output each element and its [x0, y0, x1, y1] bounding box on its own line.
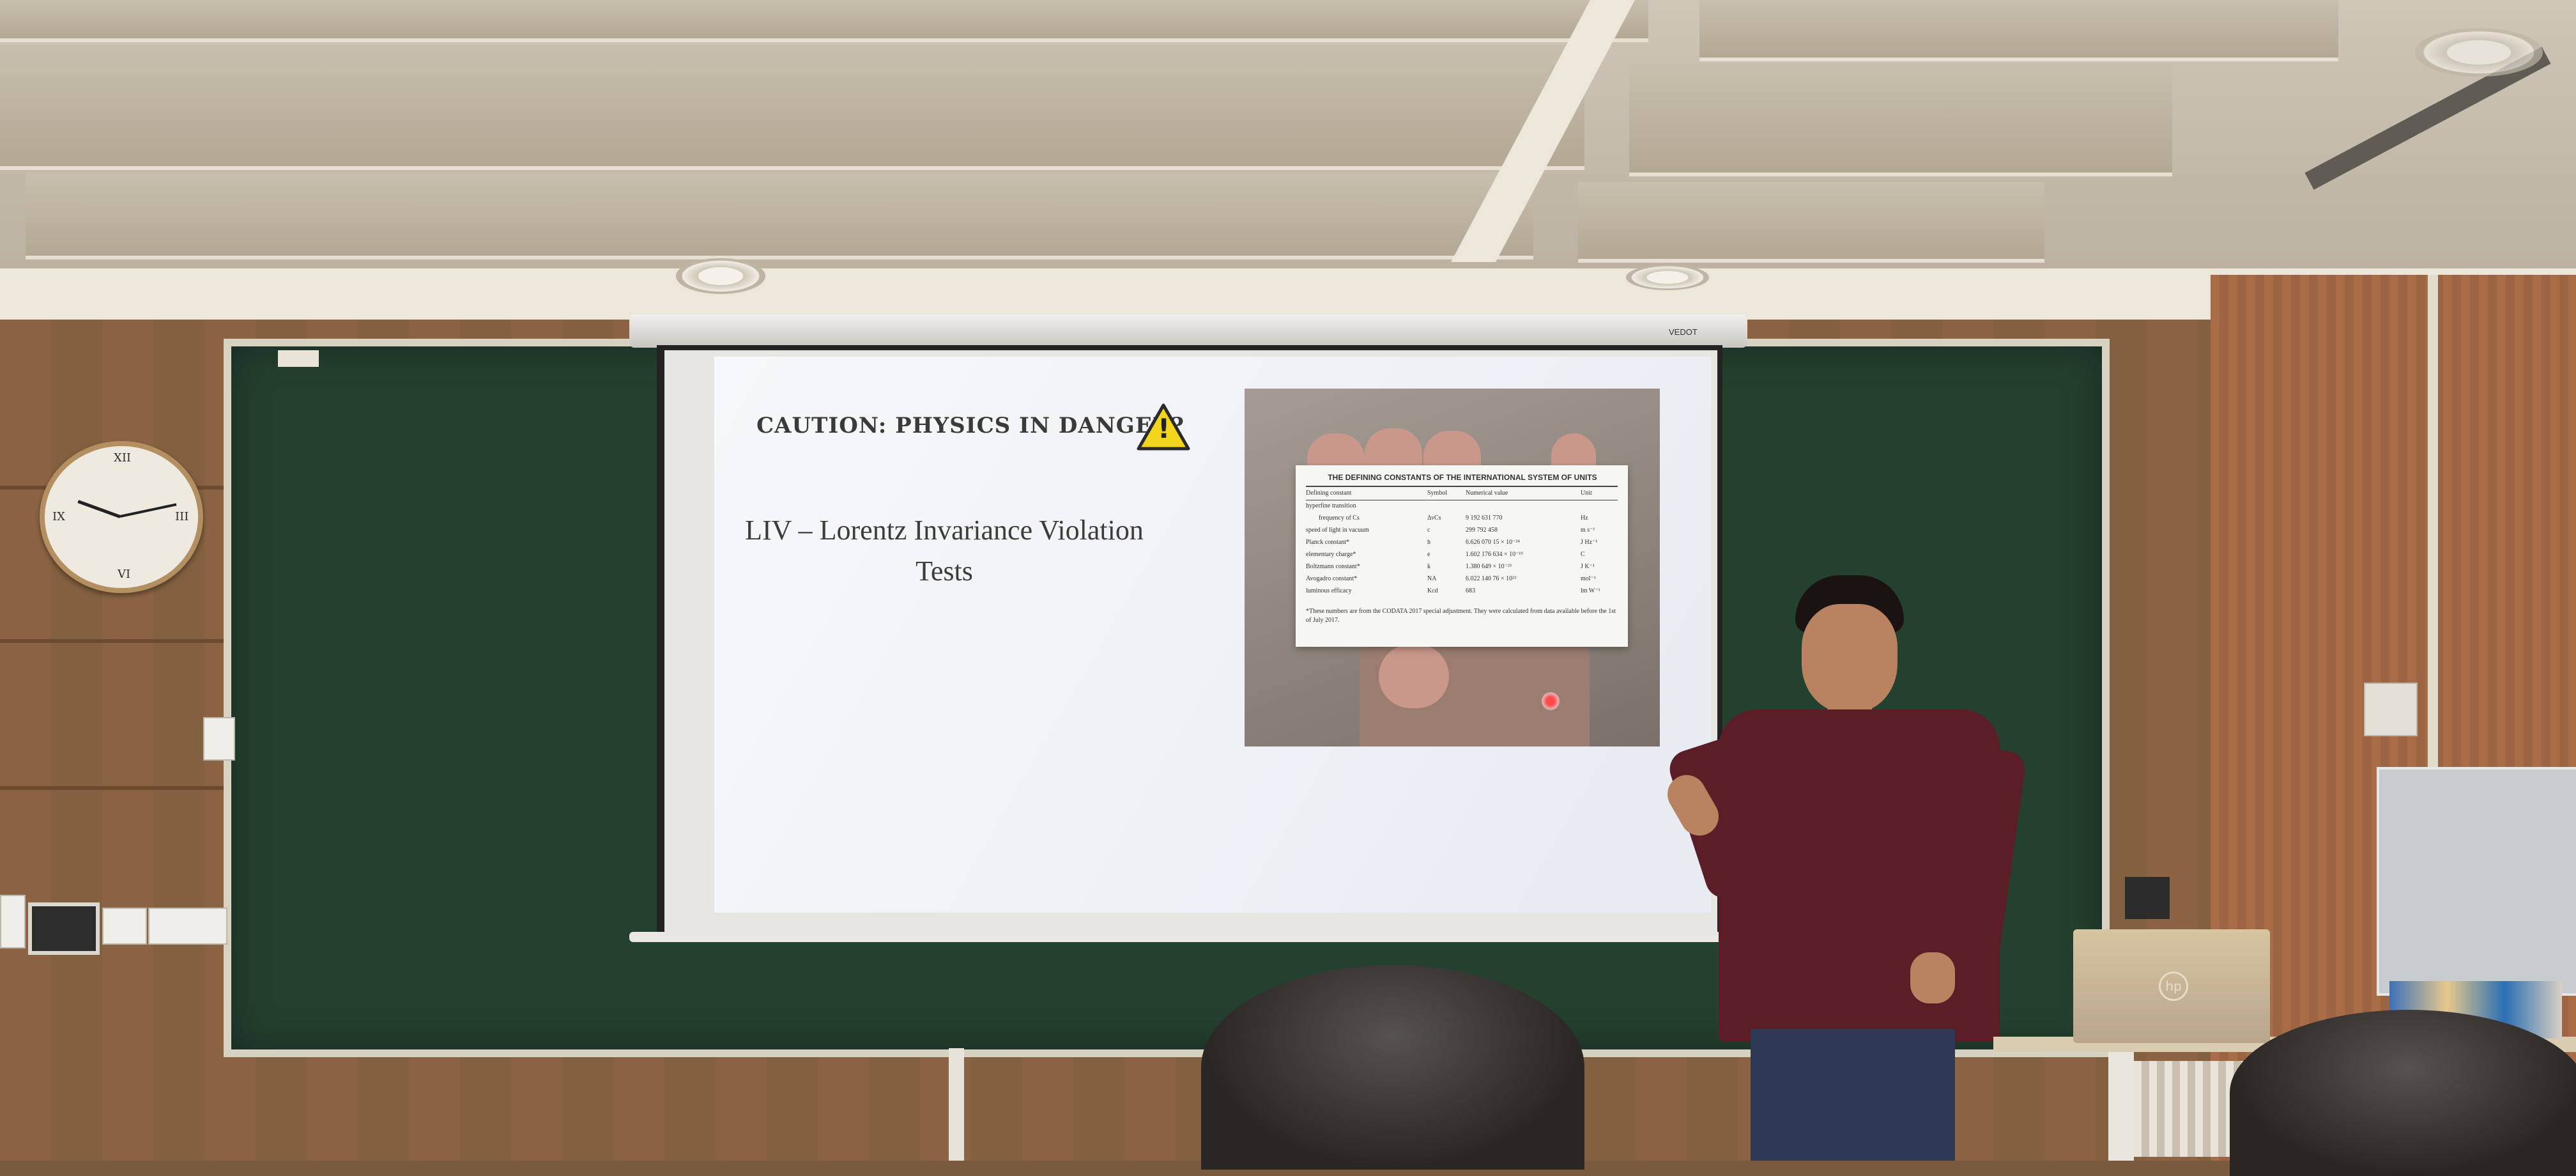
laser-pointer-dot	[1541, 692, 1560, 711]
card-header-cell: Defining constant	[1306, 490, 1352, 497]
card-cell: 6.626 070 15 × 10⁻³⁴	[1466, 539, 1520, 546]
card-cell: J K⁻¹	[1581, 563, 1595, 570]
slide-title: CAUTION: PHYSICS IN DANGER?	[756, 413, 1184, 438]
card-rule	[1306, 486, 1618, 487]
ceiling-beam	[0, 268, 2576, 320]
card-cell: C	[1581, 551, 1585, 558]
card-cell: k	[1427, 563, 1430, 570]
ceiling-light	[1626, 265, 1709, 290]
warning-mark: !	[1158, 413, 1170, 444]
wall-seam	[0, 639, 243, 643]
card-cell: ΔνCs	[1427, 514, 1441, 522]
light-switch	[102, 908, 147, 945]
wall-outlet	[2125, 877, 2170, 919]
ceiling-panel	[0, 45, 1584, 170]
screen-housing	[629, 314, 1747, 348]
laptop: hp	[2073, 929, 2270, 1043]
wall-display-panel	[28, 902, 100, 955]
card-header-cell: Numerical value	[1466, 490, 1508, 497]
card-cell: 6.022 140 76 × 10²³	[1466, 575, 1517, 582]
card-cell: 299 792 458	[1466, 527, 1498, 534]
wall-device	[2364, 683, 2418, 736]
ceiling-panel	[26, 173, 1533, 259]
card-cell: 9 192 631 770	[1466, 514, 1503, 522]
ceiling-panel	[1699, 0, 2338, 61]
card-cell: hyperfine transition	[1306, 502, 1356, 509]
card-cell: e	[1427, 551, 1430, 558]
card-cell: speed of light in vacuum	[1306, 527, 1369, 534]
presenter-jeans	[1751, 1029, 1955, 1161]
card-cell: elementary charge*	[1306, 551, 1356, 558]
card-cell: Planck constant*	[1306, 539, 1350, 546]
slide: CAUTION: PHYSICS IN DANGER? ! LIV – Lore…	[714, 357, 1711, 913]
slide-photo: THE DEFINING CONSTANTS OF THE INTERNATIO…	[1245, 389, 1660, 747]
card-note: *These numbers are from the CODATA 2017 …	[1306, 608, 1616, 624]
wall-socket	[203, 717, 235, 761]
ceiling-light	[2415, 28, 2543, 77]
card-cell: Kcd	[1427, 587, 1438, 594]
clock-hand-minute	[119, 503, 177, 518]
wall-clock: XII III VI IX	[40, 441, 203, 593]
ceiling-light	[676, 258, 765, 294]
presenter-hand-pocket	[1910, 952, 1955, 1003]
monitor	[2377, 767, 2576, 996]
audience-head	[1201, 965, 1584, 1170]
wall-seam	[0, 786, 243, 790]
card-cell: J Hz⁻¹	[1581, 539, 1598, 546]
card-header-cell: Symbol	[1427, 490, 1448, 497]
slide-body: LIV – Lorentz Invariance Violation Tests	[740, 510, 1149, 592]
card-cell: 1.380 649 × 10⁻²³	[1466, 563, 1512, 570]
card-cell: m s⁻¹	[1581, 527, 1595, 534]
card-cell: frequency of Cs	[1319, 514, 1360, 522]
card-header-cell: Unit	[1581, 490, 1592, 497]
audience-head	[2230, 1010, 2576, 1176]
ceiling-panel	[1629, 64, 2172, 176]
card-title: THE DEFINING CONSTANTS OF THE INTERNATIO…	[1328, 473, 1597, 482]
laptop-logo: hp	[2159, 971, 2188, 1001]
card-cell: Hz	[1581, 514, 1588, 522]
board-stand	[949, 1048, 964, 1161]
card-cell: mol⁻¹	[1581, 575, 1596, 582]
light-switch	[0, 895, 26, 948]
thumb	[1379, 644, 1449, 708]
desk-leg	[2108, 1052, 2134, 1161]
card-cell: NA	[1427, 575, 1437, 582]
slide-body-line: Tests	[916, 555, 973, 587]
constants-card: THE DEFINING CONSTANTS OF THE INTERNATIO…	[1296, 465, 1628, 647]
card-cell: 683	[1466, 587, 1475, 594]
board-sticker	[278, 350, 319, 367]
card-cell: 1.602 176 634 × 10⁻¹⁹	[1466, 551, 1523, 558]
clock-hand-hour	[77, 500, 121, 518]
screen-bottom-bar	[629, 932, 1747, 942]
card-cell: Avogadro constant*	[1306, 575, 1358, 582]
slide-body-line: LIV – Lorentz Invariance Violation	[745, 514, 1144, 546]
card-cell: c	[1427, 527, 1430, 534]
screen-brand: VEDOT	[1669, 327, 1698, 337]
card-cell: lm W⁻¹	[1581, 587, 1600, 594]
card-cell: h	[1427, 539, 1430, 546]
card-cell: Boltzmann constant*	[1306, 563, 1360, 570]
ceiling-panel	[1578, 182, 2044, 263]
wall-pillar-edge	[2428, 275, 2438, 773]
ceiling-panel	[0, 0, 1648, 42]
card-cell: luminous efficacy	[1306, 587, 1352, 594]
light-switch-panel	[148, 908, 227, 945]
